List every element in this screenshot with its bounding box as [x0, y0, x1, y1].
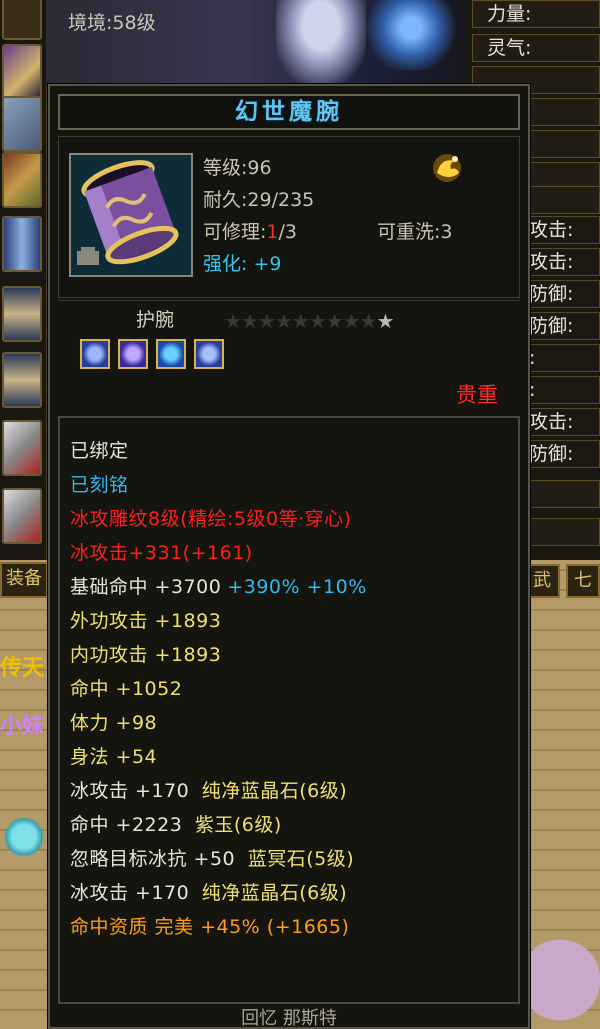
- attribute-line: 身法 +54: [70, 742, 157, 769]
- world-player-name: 小妹: [0, 714, 45, 739]
- attribute-extra: 蓝冥石(5级): [247, 848, 355, 870]
- item-title-box: 幻世魔腕: [58, 94, 520, 130]
- equip-slot-belt[interactable]: [2, 152, 42, 208]
- stat-row: 力量:: [472, 0, 600, 28]
- attribute-text: 命中 +2223: [70, 814, 189, 836]
- attribute-line: 已绑定: [70, 436, 129, 463]
- equip-slot-armor[interactable]: [2, 96, 42, 152]
- attribute-text: 内功攻击 +1893: [70, 644, 222, 666]
- world-sprite: [4, 818, 44, 856]
- attribute-extra: 纯净蓝晶石(6级): [201, 882, 348, 904]
- star-empty-icon: ★: [342, 309, 361, 333]
- equip-slot-pet[interactable]: [2, 420, 42, 476]
- attribute-extra: 纯净蓝晶石(6级): [201, 780, 348, 802]
- item-type: 护腕: [136, 309, 175, 331]
- attribute-text: 已绑定: [70, 440, 129, 462]
- stat-row: 防御:: [522, 312, 600, 340]
- attribute-text: 体力 +98: [70, 712, 158, 734]
- attribute-line: 内功攻击 +1893: [70, 640, 221, 667]
- equip-slot[interactable]: [2, 0, 42, 40]
- item-durability: 耐久:29/235: [203, 189, 315, 211]
- attribute-line: 忽略目标冰抗 +50 蓝冥石(5级): [70, 844, 354, 871]
- equip-slot-boots[interactable]: [2, 216, 42, 272]
- spirit-effect: [366, 0, 456, 70]
- stat-row: 防御:: [522, 280, 600, 308]
- attribute-text: 冰攻雕纹8级(精绘:5级0等·穿心): [70, 508, 352, 530]
- attribute-text: 命中资质 完美 +45% (+1665): [70, 916, 350, 938]
- attribute-line: 冰攻击+331(+161): [70, 538, 253, 565]
- attribute-line: 冰攻雕纹8级(精绘:5级0等·穿心): [70, 504, 352, 531]
- item-level: 等级:96: [203, 157, 272, 179]
- star-empty-icon: ★: [325, 309, 344, 333]
- star-empty-icon: ★: [308, 309, 327, 333]
- gold-fortune-icon: [429, 151, 465, 185]
- stat-row: 防御:: [522, 440, 600, 468]
- tab-equipment[interactable]: 装备: [0, 562, 48, 598]
- item-enhance: 强化: +9: [203, 249, 281, 276]
- enhance-label: 强化:: [203, 253, 248, 275]
- equipment-slot-column: [0, 0, 48, 560]
- star-empty-icon: ★: [291, 309, 310, 333]
- item-name: 幻世魔腕: [235, 99, 343, 125]
- attribute-text: 冰攻击+331(+161): [70, 542, 253, 564]
- realm-level-text: 境境:58级: [68, 12, 156, 34]
- gem-slot-3[interactable]: [156, 339, 186, 369]
- attribute-text: 基础命中 +3700: [70, 576, 222, 598]
- equip-slot-pet[interactable]: [2, 488, 42, 544]
- attribute-text: 冰攻击 +170: [70, 780, 196, 802]
- star-lit-icon: ★: [376, 309, 394, 333]
- attribute-extra: 紫玉(6级): [194, 814, 282, 836]
- attribute-text: 已刻铭: [70, 474, 129, 496]
- item-repair: 可修理:1/3: [203, 217, 297, 244]
- attribute-text: 忽略目标冰抗 +50: [70, 848, 242, 870]
- gem-slot-4[interactable]: [194, 339, 224, 369]
- tab-seven[interactable]: 七: [566, 564, 600, 598]
- star-empty-icon: ★: [240, 309, 259, 333]
- attribute-line: 外功攻击 +1893: [70, 606, 221, 633]
- attribute-line: 基础命中 +3700 +390% +10%: [70, 572, 367, 599]
- attribute-line: 命中 +1052: [70, 674, 182, 701]
- equip-slot-ring[interactable]: [2, 352, 42, 408]
- stat-row: 攻击:: [522, 216, 600, 244]
- repair-max: /3: [278, 221, 298, 243]
- item-type-row: 护腕 ★★★★★★★★★★ 贵重: [58, 300, 520, 407]
- attribute-line: 冰攻击 +170 纯净蓝晶石(6级): [70, 776, 347, 803]
- stat-row: :: [522, 344, 600, 372]
- attribute-line: 命中资质 完美 +45% (+1665): [70, 912, 349, 939]
- world-player-name: 传天: [0, 656, 45, 681]
- item-tooltip: 幻世魔腕 等级:96 耐久:29/235 可修理:1/3 可重洗:3 强化: +…: [48, 84, 530, 1029]
- star-empty-icon: ★: [224, 309, 242, 333]
- stat-row: 攻击:: [522, 408, 600, 436]
- item-header: 等级:96 耐久:29/235 可修理:1/3 可重洗:3 强化: +9: [58, 136, 520, 298]
- equip-slot-ring[interactable]: [2, 286, 42, 342]
- stat-row: 攻击:: [522, 248, 600, 276]
- equip-slot-bracer[interactable]: [2, 44, 42, 100]
- character-portrait: [276, 0, 366, 86]
- attribute-line: 体力 +98: [70, 708, 157, 735]
- attribute-line: 已刻铭: [70, 470, 129, 497]
- stat-row: :: [522, 376, 600, 404]
- gem-slot-1[interactable]: [80, 339, 110, 369]
- bracer-icon: [69, 153, 193, 277]
- gem-slot-2[interactable]: [118, 339, 148, 369]
- star-empty-icon: ★: [257, 309, 276, 333]
- attribute-extra: +390% +10%: [227, 576, 367, 598]
- star-rating: ★★★★★★★★★★: [224, 309, 394, 333]
- attribute-text: 外功攻击 +1893: [70, 610, 222, 632]
- stat-row: 灵气:: [472, 34, 600, 62]
- enhance-value: +9: [253, 253, 282, 275]
- attribute-text: 冰攻击 +170: [70, 882, 196, 904]
- star-empty-icon: ★: [359, 309, 378, 333]
- attribute-line: 命中 +2223 紫玉(6级): [70, 810, 282, 837]
- repair-label: 可修理:: [203, 221, 267, 243]
- item-attributes: 已绑定已刻铭冰攻雕纹8级(精绘:5级0等·穿心) 冰攻击+331(+161) 基础命…: [58, 416, 520, 1004]
- item-rarity: 贵重: [456, 383, 498, 407]
- item-rewash: 可重洗:3: [377, 221, 453, 243]
- attribute-text: 身法 +54: [70, 746, 158, 768]
- attribute-line: 冰攻击 +170 纯净蓝晶石(6级): [70, 878, 347, 905]
- attribute-text: 命中 +1052: [70, 678, 183, 700]
- tooltip-footer: 回忆 那斯特: [241, 1008, 337, 1029]
- repair-current: 1: [266, 221, 279, 243]
- star-empty-icon: ★: [274, 309, 293, 333]
